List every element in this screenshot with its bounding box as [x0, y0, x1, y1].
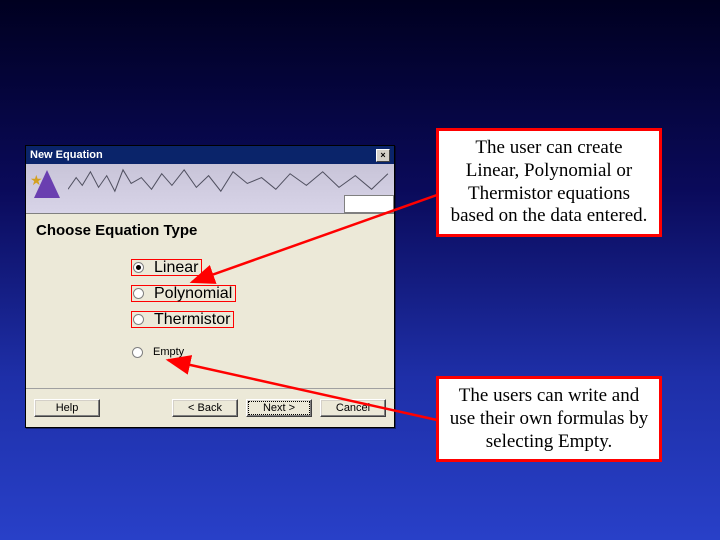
radio-icon: [133, 288, 144, 299]
button-row: Help < Back Next > Cancel: [26, 388, 394, 427]
banner-graph: [68, 164, 394, 199]
wizard-icon: ★: [30, 170, 68, 210]
callout-empty: The users can write and use their own fo…: [436, 376, 662, 462]
radio-icon: [133, 314, 144, 325]
titlebar: New Equation ×: [26, 146, 394, 164]
back-button[interactable]: < Back: [172, 399, 238, 417]
next-button[interactable]: Next >: [246, 399, 312, 417]
radio-icon: [132, 347, 143, 358]
help-button[interactable]: Help: [34, 399, 100, 417]
dialog-title: New Equation: [30, 149, 103, 161]
option-empty[interactable]: Empty: [132, 346, 384, 358]
callout-text: The users can write and use their own fo…: [450, 385, 648, 452]
callout-text: The user can create Linear, Polynomial o…: [451, 137, 648, 226]
option-polynomial[interactable]: Polynomial: [131, 285, 236, 302]
cancel-button[interactable]: Cancel: [320, 399, 386, 417]
option-linear[interactable]: Linear: [131, 259, 202, 276]
radio-icon: [133, 262, 144, 273]
section-heading: Choose Equation Type: [36, 222, 384, 239]
callout-equation-types: The user can create Linear, Polynomial o…: [436, 128, 662, 237]
option-label: Polynomial: [154, 285, 232, 303]
option-label: Empty: [153, 346, 184, 358]
close-icon[interactable]: ×: [376, 149, 390, 162]
wizard-banner: ★: [26, 164, 394, 214]
equation-type-group: Linear Polynomial Thermistor Empty: [131, 257, 384, 358]
option-thermistor[interactable]: Thermistor: [131, 311, 234, 328]
dialog-content: Choose Equation Type Linear Polynomial T…: [26, 214, 394, 388]
new-equation-dialog: New Equation × ★ Choose Equation Type Li…: [25, 145, 395, 428]
option-label: Thermistor: [154, 311, 230, 329]
option-label: Linear: [154, 259, 198, 277]
